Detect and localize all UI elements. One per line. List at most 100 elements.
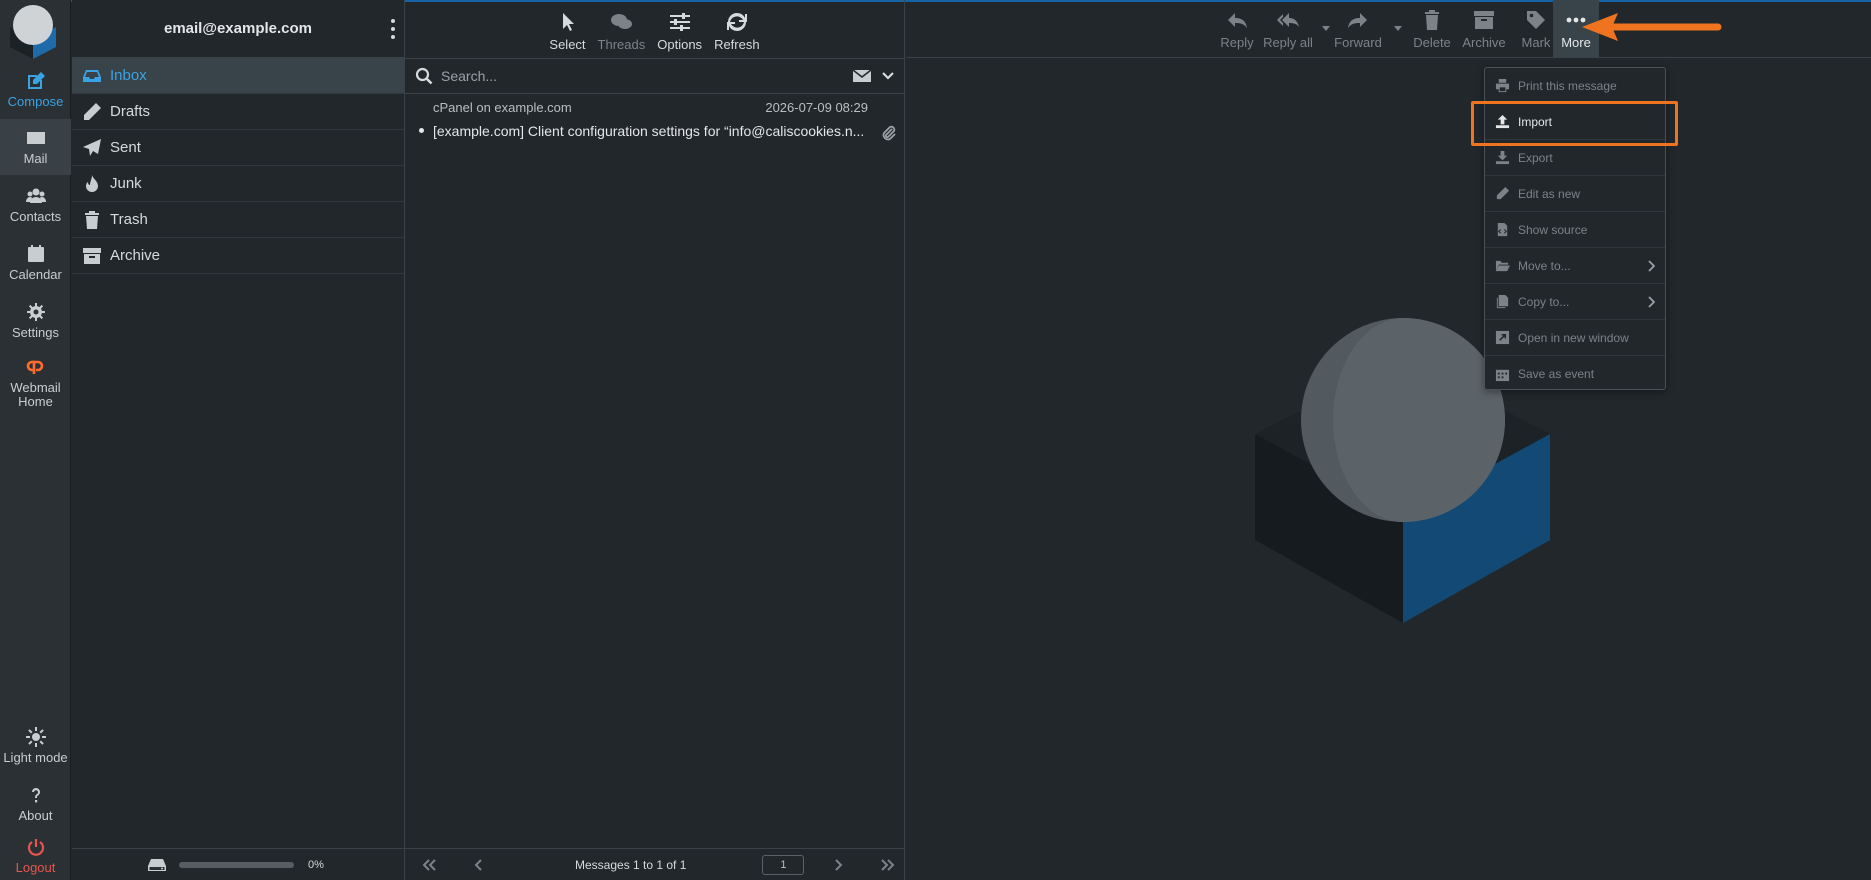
menu-item-show-source[interactable]: Show source (1485, 212, 1665, 248)
message-meta: cPanel on example.com 2026-07-09 08:29 (433, 100, 892, 115)
fire-icon (86, 174, 98, 192)
kebab-menu-icon[interactable] (390, 19, 396, 39)
quota-bar (179, 861, 294, 868)
cursor-icon (563, 13, 575, 31)
file-code-icon (1497, 222, 1508, 237)
folder-archive[interactable]: Archive (72, 238, 404, 274)
archive-icon (83, 247, 101, 264)
folder-junk[interactable]: Junk (72, 166, 404, 202)
last-page-icon[interactable] (880, 857, 896, 873)
inbox-icon (83, 69, 101, 82)
menu-item-open-new-window[interactable]: Open in new window (1485, 320, 1665, 356)
quota-percent: 0% (308, 858, 324, 871)
attachment-icon (882, 125, 896, 141)
printer-icon (1495, 78, 1510, 93)
trash-icon (1425, 10, 1439, 30)
folder-panel: email@example.com Inbox Drafts Sent Junk… (72, 0, 405, 880)
sliders-icon (669, 13, 690, 31)
webmail-home-button[interactable]: Webmail Home (0, 351, 71, 415)
about-button[interactable]: About (0, 776, 71, 832)
menu-item-move-to[interactable]: Move to... (1485, 248, 1665, 284)
refresh-button[interactable]: Refresh (708, 11, 766, 52)
taskbar: Compose Mail Contacts Calendar Settings … (0, 0, 71, 880)
download-icon (1495, 150, 1510, 165)
chevron-right-icon (1648, 260, 1655, 272)
list-footer: Messages 1 to 1 of 1 1 (405, 848, 905, 880)
account-email: email@example.com (163, 20, 313, 37)
message-list-panel: Select Threads Options Refresh Search...… (405, 0, 905, 880)
chevron-down-icon[interactable] (1394, 24, 1402, 32)
threads-button[interactable]: Threads (592, 11, 652, 52)
unread-dot (419, 128, 424, 133)
delete-button[interactable]: Delete (1410, 0, 1454, 57)
forward-icon (1348, 13, 1367, 28)
roundcube-logo[interactable] (4, 3, 62, 59)
folder-inbox[interactable]: Inbox (72, 58, 404, 94)
forward-button[interactable]: Forward (1328, 0, 1402, 57)
copy-icon (1496, 294, 1509, 309)
quota-footer: 0% (72, 848, 405, 880)
reply-all-button[interactable]: Reply all (1260, 0, 1330, 57)
search-bar: Search... (405, 58, 904, 94)
menu-item-copy-to[interactable]: Copy to... (1485, 284, 1665, 320)
page-number-input[interactable]: 1 (762, 854, 805, 875)
paper-plane-icon (83, 138, 101, 156)
next-page-icon[interactable] (830, 857, 846, 873)
menu-item-save-as-event[interactable]: Save as event (1485, 356, 1665, 392)
cpanel-icon (26, 360, 43, 374)
search-icon (415, 67, 433, 85)
folder-trash[interactable]: Trash (72, 202, 404, 238)
gear-icon (26, 303, 45, 321)
question-icon (31, 788, 40, 803)
light-mode-button[interactable]: Light mode (0, 718, 71, 774)
calendar-icon (1495, 369, 1510, 381)
pencil-icon (84, 102, 101, 120)
menu-item-print[interactable]: Print this message (1485, 68, 1665, 104)
message-count: Messages 1 to 1 of 1 (575, 857, 687, 872)
message-row[interactable]: cPanel on example.com 2026-07-09 08:29 [… (405, 94, 904, 150)
message-from: cPanel on example.com (433, 100, 572, 115)
calendar-icon (27, 245, 44, 262)
list-toolbar: Select Threads Options Refresh (405, 0, 904, 58)
pencil-icon (1496, 186, 1510, 200)
search-input[interactable]: Search... (441, 68, 852, 84)
previous-page-icon[interactable] (471, 857, 487, 873)
archive-button[interactable]: Archive (1458, 0, 1510, 57)
trash-icon (85, 210, 99, 229)
hard-drive-icon (148, 858, 166, 871)
refresh-icon (726, 13, 747, 31)
power-icon (27, 839, 44, 856)
first-page-icon[interactable] (421, 857, 437, 873)
folder-open-icon (1495, 260, 1510, 272)
annotation-arrow-icon (1582, 13, 1722, 41)
import-highlight-box (1471, 101, 1678, 146)
mark-button[interactable]: Mark (1514, 0, 1558, 57)
archive-icon (1474, 11, 1494, 29)
chevron-right-icon (1648, 296, 1655, 308)
options-button[interactable]: Options (651, 11, 708, 52)
sun-icon (25, 727, 46, 747)
external-window-icon (1495, 330, 1510, 345)
select-button[interactable]: Select (543, 11, 591, 52)
envelope-icon[interactable] (852, 68, 872, 84)
reply-button[interactable]: Reply (1215, 0, 1259, 57)
settings-button[interactable]: Settings (0, 293, 71, 349)
users-icon (25, 188, 46, 203)
calendar-button[interactable]: Calendar (0, 235, 71, 291)
message-date: 2026-07-09 08:29 (765, 100, 868, 115)
menu-item-edit-as-new[interactable]: Edit as new (1485, 176, 1665, 212)
tag-icon (1527, 11, 1545, 29)
comments-icon (611, 14, 633, 29)
folder-sent[interactable]: Sent (72, 130, 404, 166)
mail-button[interactable]: Mail (0, 119, 71, 175)
contacts-button[interactable]: Contacts (0, 177, 71, 233)
message-subject: [example.com] Client configuration setti… (433, 123, 865, 139)
compose-button[interactable]: Compose (0, 62, 71, 118)
compose-icon (27, 72, 45, 89)
logout-button[interactable]: Logout (0, 834, 71, 878)
account-header: email@example.com (72, 0, 404, 58)
envelope-icon (26, 132, 45, 144)
reply-all-icon (1277, 13, 1299, 27)
chevron-down-icon[interactable] (882, 71, 894, 81)
folder-drafts[interactable]: Drafts (72, 94, 404, 130)
